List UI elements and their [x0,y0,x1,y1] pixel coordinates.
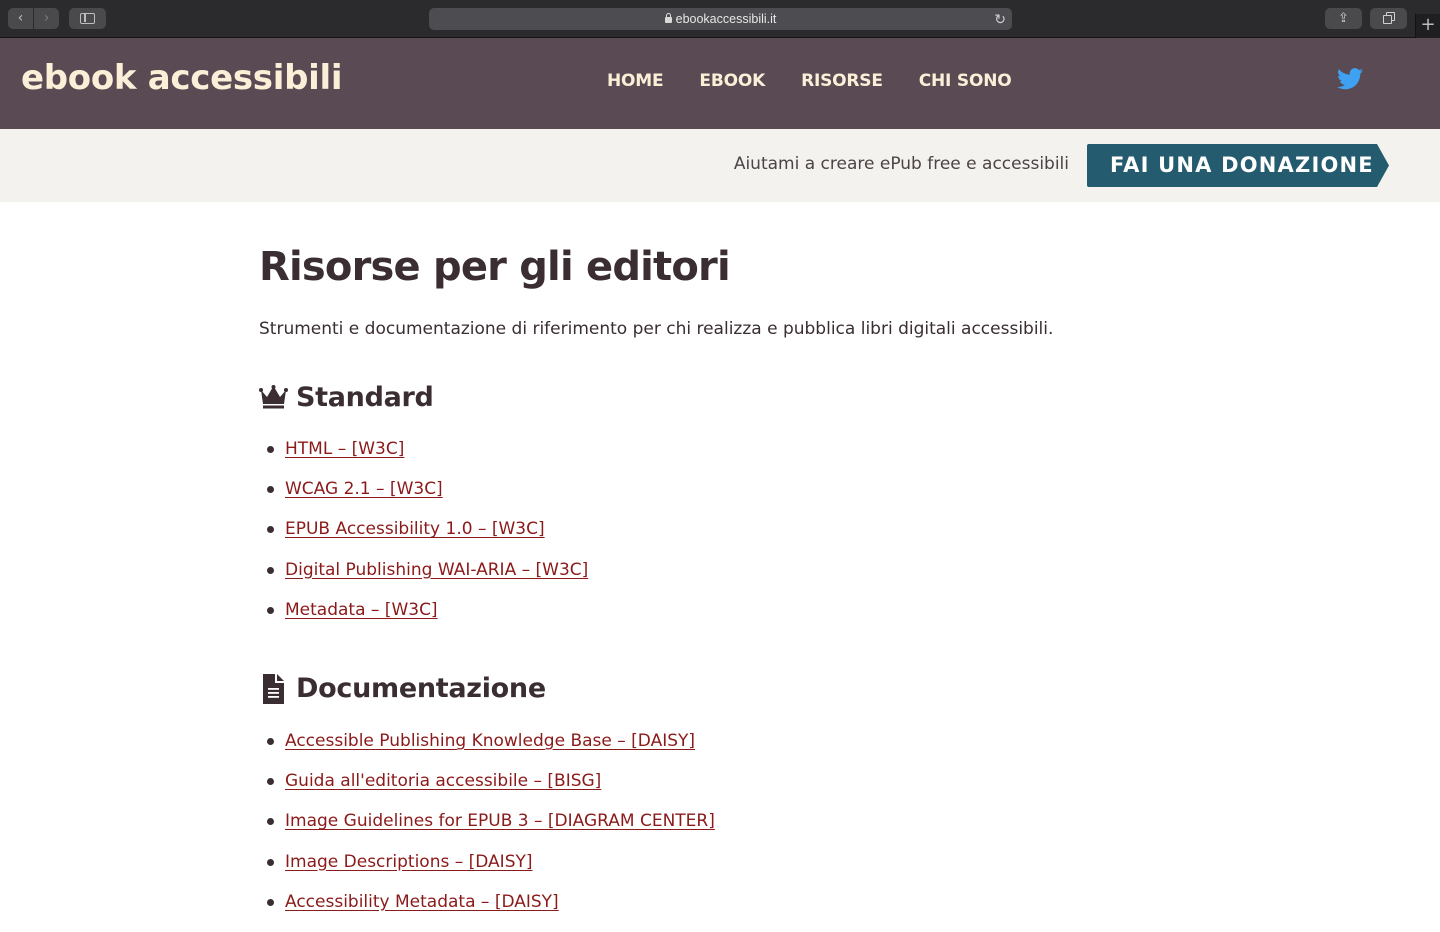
twitter-icon[interactable] [1337,68,1363,90]
donation-bar: Aiutami a creare ePub free e accessibili… [0,129,1440,202]
resource-link[interactable]: HTML – [W3C] [285,439,404,459]
page-intro: Strumenti e documentazione di riferiment… [259,319,1054,339]
list-item: WCAG 2.1 – [W3C] [259,479,1179,519]
lock-icon [664,13,672,23]
new-tab-button[interactable]: + [1415,14,1440,38]
main-nav: HOME EBOOK RISORSE CHI SONO [607,71,1012,91]
nav-risorse[interactable]: RISORSE [801,71,883,91]
tab-overview-button[interactable] [1370,8,1407,29]
section-heading-standard: Standard [259,377,1179,417]
list-item: Guida all'editoria accessibile – [BISG] [259,771,1179,811]
donate-button[interactable]: FAI UNA DONAZIONE [1087,144,1389,187]
list-item: Metadata – [W3C] [259,600,1179,640]
document-icon [263,673,284,704]
list-item: Image Guidelines for EPUB 3 – [DIAGRAM C… [259,811,1179,851]
resource-link[interactable]: Digital Publishing WAI-ARIA – [W3C] [285,560,588,580]
site-logo[interactable]: ebook accessibili [21,58,343,98]
browser-toolbar: ‹ › ebookaccessibili.it ↻ ⇪ + [0,0,1440,38]
resource-link[interactable]: WCAG 2.1 – [W3C] [285,479,443,499]
list-item: Image Descriptions – [DAISY] [259,852,1179,892]
resource-link[interactable]: Image Guidelines for EPUB 3 – [DIAGRAM C… [285,811,715,831]
resource-link[interactable]: Accessibility Metadata – [DAISY] [285,892,559,912]
url-text: ebookaccessibili.it [675,12,777,26]
sidebar-icon [80,13,95,24]
documentation-link-list: Accessible Publishing Knowledge Base – [… [259,731,1179,932]
list-item: Digital Publishing WAI-ARIA – [W3C] [259,560,1179,600]
list-item: EPUB Accessibility 1.0 – [W3C] [259,519,1179,559]
resource-link[interactable]: Image Descriptions – [DAISY] [285,852,533,872]
crown-icon [259,385,288,409]
reload-icon[interactable]: ↻ [994,8,1006,30]
list-item: HTML – [W3C] [259,439,1179,479]
section-title: Documentazione [296,673,546,705]
share-button[interactable]: ⇪ [1325,8,1362,29]
list-item: Accessibility Metadata – [DAISY] [259,892,1179,932]
section-heading-documentazione: Documentazione [259,669,1179,709]
back-button[interactable]: ‹ [8,8,33,29]
address-bar[interactable]: ebookaccessibili.it ↻ [429,8,1012,30]
resource-link[interactable]: Metadata – [W3C] [285,600,438,620]
forward-button[interactable]: › [34,8,59,29]
sidebar-toggle-button[interactable] [69,8,106,29]
section-title: Standard [296,381,434,413]
page-title: Risorse per gli editori [259,244,731,290]
tabs-icon-back [1383,15,1392,24]
donation-text: Aiutami a creare ePub free e accessibili [733,154,1069,174]
resource-link[interactable]: Accessible Publishing Knowledge Base – [… [285,731,695,751]
resource-link[interactable]: Guida all'editoria accessibile – [BISG] [285,771,601,791]
standard-link-list: HTML – [W3C] WCAG 2.1 – [W3C] EPUB Acces… [259,439,1179,640]
nav-home[interactable]: HOME [607,71,664,91]
nav-ebook[interactable]: EBOOK [699,71,765,91]
site-header: ebook accessibili HOME EBOOK RISORSE CHI… [0,38,1440,129]
list-item: Accessible Publishing Knowledge Base – [… [259,731,1179,771]
nav-chi-sono[interactable]: CHI SONO [919,71,1012,91]
main-content: Risorse per gli editori Strumenti e docu… [259,240,1179,932]
resource-link[interactable]: EPUB Accessibility 1.0 – [W3C] [285,519,545,539]
